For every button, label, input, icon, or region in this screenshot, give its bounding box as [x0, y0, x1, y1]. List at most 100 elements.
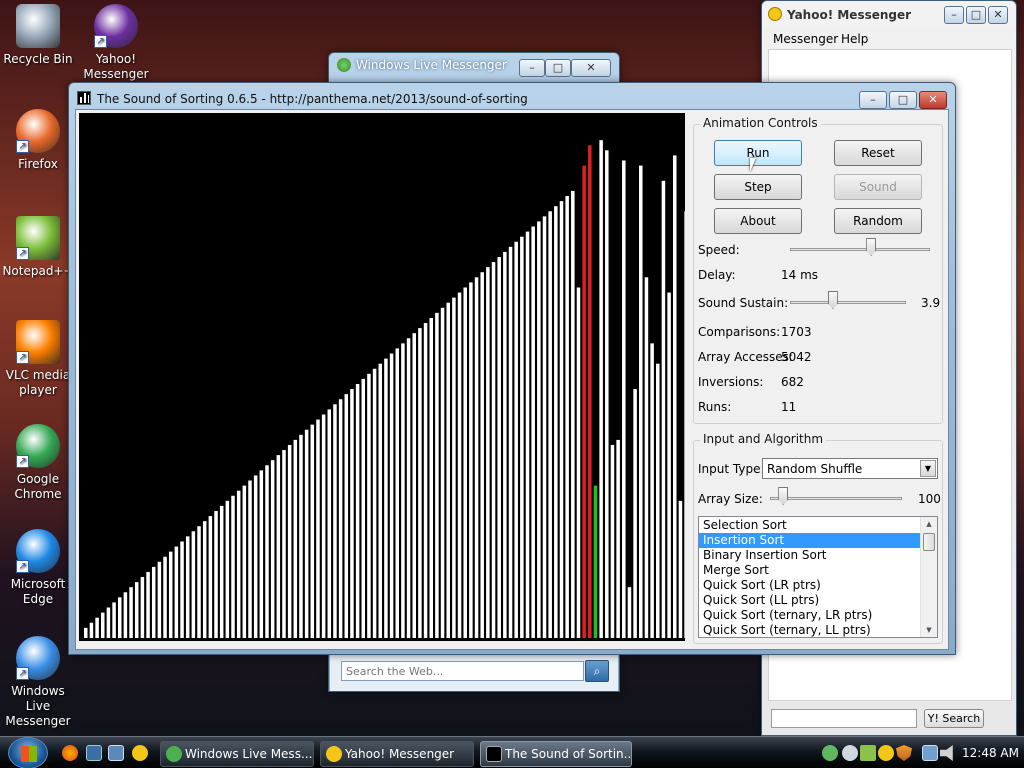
maximize-button[interactable]: □: [966, 6, 986, 24]
reset-button[interactable]: Reset: [834, 140, 922, 166]
maximize-button[interactable]: □: [545, 59, 571, 77]
array-bar: [554, 206, 558, 638]
algorithm-list-item[interactable]: Quick Sort (LR ptrs): [699, 578, 921, 593]
random-button[interactable]: Random: [834, 208, 922, 234]
algorithm-list-item[interactable]: Selection Sort: [699, 518, 921, 533]
algorithm-list-item[interactable]: Insertion Sort: [699, 533, 921, 548]
array-bar: [197, 526, 201, 638]
close-button[interactable]: ✕: [988, 6, 1008, 24]
array-bar: [548, 211, 552, 638]
array-bar: [316, 419, 320, 638]
run-button[interactable]: Run: [714, 140, 802, 166]
tray-yahoo-icon[interactable]: [878, 745, 894, 761]
sort-visualization: [79, 113, 685, 641]
array-bar: [474, 277, 479, 638]
web-search-input[interactable]: [341, 661, 584, 681]
algorithm-list-item[interactable]: Merge Sort: [699, 563, 921, 578]
algorithm-list-item[interactable]: Binary Insertion Sort: [699, 548, 921, 563]
scroll-thumb[interactable]: [923, 533, 935, 551]
array-bar: [202, 521, 207, 638]
maximize-button[interactable]: □: [889, 91, 917, 109]
desktop-icon[interactable]: ↗ Yahoo! Messenger: [78, 4, 154, 82]
array-size-slider[interactable]: [770, 497, 902, 500]
array-bar: [265, 465, 269, 638]
sound-sustain-slider[interactable]: [790, 301, 906, 304]
show-desktop-icon[interactable]: [86, 745, 102, 761]
scroll-down-icon[interactable]: ▼: [921, 623, 937, 637]
minimize-button[interactable]: –: [859, 91, 887, 109]
desktop-icon[interactable]: ↗ VLC media player: [0, 320, 76, 398]
tray-app-icon[interactable]: [842, 745, 858, 761]
runs-label: Runs:: [698, 400, 732, 414]
speed-slider[interactable]: [790, 248, 930, 251]
security-shield-icon[interactable]: [896, 745, 912, 761]
array-bar: [616, 439, 620, 638]
comparisons-label: Comparisons:: [698, 325, 781, 339]
array-bar: [112, 602, 116, 638]
switch-windows-icon[interactable]: [108, 745, 124, 761]
desktop-icon[interactable]: ↗ Notepad++: [0, 216, 76, 279]
array-bar: [452, 297, 456, 638]
yahoo-search-button[interactable]: Y! Search: [924, 709, 984, 728]
minimize-button[interactable]: –: [519, 59, 545, 77]
array-bar: [384, 358, 388, 638]
close-button[interactable]: ✕: [919, 91, 947, 109]
firefox-quicklaunch-icon[interactable]: [62, 745, 78, 761]
array-bar: [673, 155, 677, 638]
input-type-select[interactable]: Random Shuffle ▼: [762, 458, 938, 479]
minimize-button[interactable]: –: [944, 6, 964, 24]
array-bar: [537, 221, 541, 638]
shortcut-arrow-icon: ↗: [16, 667, 29, 680]
desktop-icon[interactable]: Recycle Bin: [0, 4, 76, 67]
menu-help[interactable]: Help: [841, 32, 868, 46]
desktop-icon[interactable]: ↗ Google Chrome: [0, 424, 76, 502]
list-scrollbar[interactable]: ▲ ▼: [920, 517, 937, 637]
wlm-app-icon: [337, 58, 351, 72]
task-sound-of-sorting[interactable]: The Sound of Sortin...: [480, 741, 632, 767]
window-title: The Sound of Sorting 0.6.5 - http://pant…: [97, 92, 528, 106]
step-button[interactable]: Step: [714, 174, 802, 200]
edge-icon: ↗: [16, 529, 60, 573]
array-bar: [219, 505, 224, 638]
array-bar: [106, 607, 111, 638]
start-button[interactable]: [8, 737, 48, 768]
yahoo-title: Yahoo! Messenger: [787, 8, 912, 22]
array-bar: [100, 612, 105, 638]
task-windows-live-messenger[interactable]: Windows Live Mess...: [160, 741, 314, 767]
sound-button[interactable]: Sound: [834, 174, 922, 200]
array-bar: [457, 292, 462, 638]
task-yahoo-messenger[interactable]: Yahoo! Messenger: [320, 741, 474, 767]
network-icon[interactable]: [922, 745, 938, 761]
sound-of-sorting-icon: [486, 746, 502, 762]
array-bar: [242, 485, 247, 638]
algorithm-list-item[interactable]: Quick Sort (ternary, LR ptrs): [699, 608, 921, 623]
array-bar: [406, 338, 411, 638]
notepad-plus-plus-icon: ↗: [16, 216, 60, 260]
array-bar: [633, 389, 637, 638]
about-button[interactable]: About: [714, 208, 802, 234]
yahoo-quicklaunch-icon[interactable]: [132, 745, 148, 761]
messenger-status-icon[interactable]: [822, 745, 838, 761]
volume-muted-icon[interactable]: [940, 745, 953, 761]
desktop-icon[interactable]: ↗ Firefox: [0, 109, 76, 172]
yahoo-search-input[interactable]: [771, 709, 917, 728]
delay-label: Delay:: [698, 268, 736, 282]
array-bar: [140, 577, 145, 638]
desktop-icon[interactable]: ↗ Windows Live Messenger: [0, 636, 76, 729]
array-bar: [163, 556, 167, 638]
close-button[interactable]: ✕: [571, 59, 611, 77]
desktop-icon[interactable]: ↗ Microsoft Edge: [0, 529, 76, 607]
array-bar: [469, 282, 473, 638]
dropdown-arrow-icon[interactable]: ▼: [920, 460, 936, 477]
algorithm-list[interactable]: Selection Sort Insertion Sort Binary Inser…: [698, 516, 938, 638]
sound-of-sorting-window[interactable]: The Sound of Sorting 0.6.5 - http://pant…: [68, 82, 956, 655]
array-bar: [644, 277, 649, 638]
taskbar: Windows Live Mess... Yahoo! Messenger Th…: [0, 736, 1024, 768]
array-bar: [491, 262, 496, 638]
scroll-up-icon[interactable]: ▲: [921, 517, 937, 531]
algorithm-list-item[interactable]: Quick Sort (LL ptrs): [699, 593, 921, 608]
algorithm-list-item[interactable]: Quick Sort (ternary, LL ptrs): [699, 623, 921, 637]
web-search-button[interactable]: ⌕: [585, 660, 609, 682]
tray-app-icon[interactable]: [860, 745, 876, 761]
menu-messenger[interactable]: Messenger: [773, 32, 838, 46]
